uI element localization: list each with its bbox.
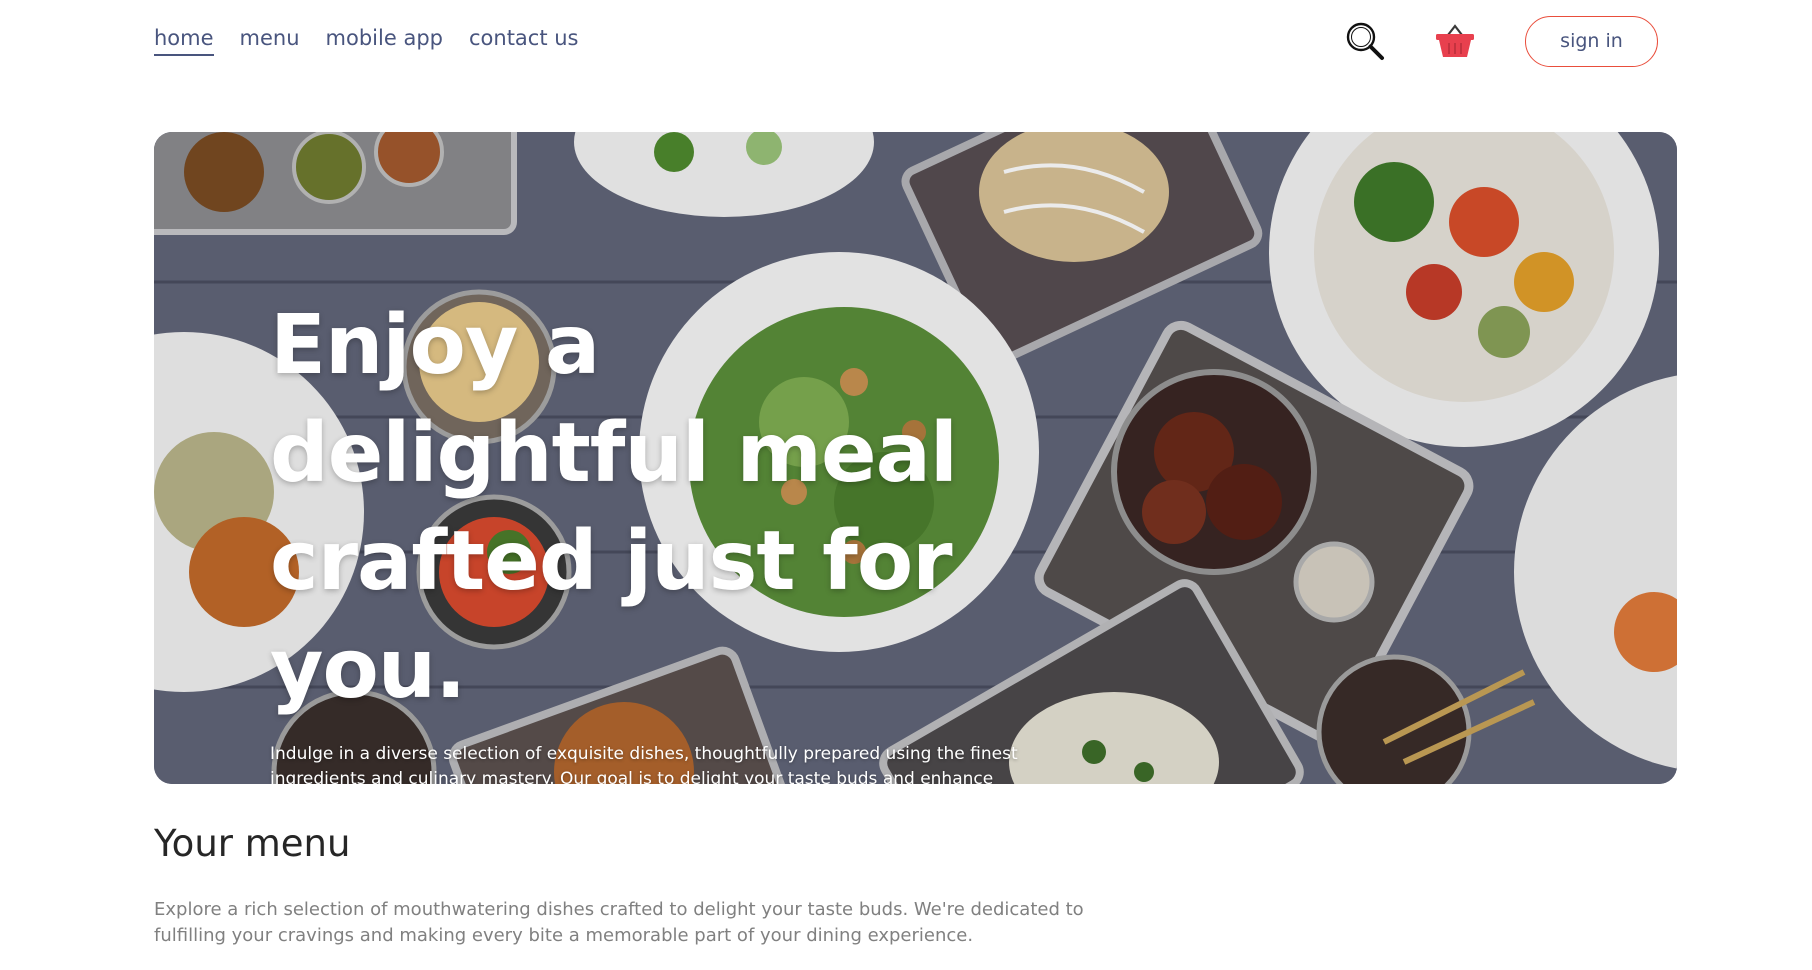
hero-description: Indulge in a diverse selection of exquis… [270,744,1018,784]
menu-title: Your menu [154,822,351,865]
hero-title: Enjoy a delightful meal crafted just for… [270,298,958,717]
nav-link-menu[interactable]: menu [240,26,300,56]
hero-content: Enjoy a delightful meal crafted just for… [270,292,1030,784]
hero-banner: Enjoy a delightful meal crafted just for… [154,132,1677,784]
menu-description: Explore a rich selection of mouthwaterin… [154,899,1084,946]
nav-links: home menu mobile app contact us [154,26,579,56]
nav-link-contact-us[interactable]: contact us [469,26,579,56]
search-icon[interactable] [1345,21,1385,61]
basket-icon[interactable] [1435,23,1475,59]
nav-link-mobile-app[interactable]: mobile app [326,26,443,56]
sign-in-button[interactable]: sign in [1525,15,1658,67]
nav-actions: sign in [1345,15,1658,67]
menu-section: Your menu Explore a rich selection of mo… [154,822,1094,949]
navbar: home menu mobile app contact us sign in [154,0,1658,82]
nav-link-home[interactable]: home [154,26,214,56]
